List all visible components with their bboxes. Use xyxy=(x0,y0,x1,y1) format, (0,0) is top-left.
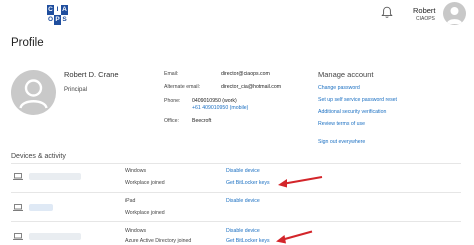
profile-name: Robert D. Crane xyxy=(64,70,119,79)
person-icon xyxy=(446,7,463,24)
get-bitlocker-keys-link[interactable]: Get BitLocker keys xyxy=(226,238,270,244)
user-avatar[interactable] xyxy=(443,2,466,25)
disable-device-link[interactable]: Disable device xyxy=(226,228,260,234)
alternate-email-label: Alternate email: xyxy=(164,84,201,90)
divider xyxy=(11,192,461,193)
profile-role: Principal xyxy=(64,87,88,93)
office-label: Office: xyxy=(164,118,179,124)
annotation-arrow xyxy=(276,230,313,244)
logo-letter: A xyxy=(61,5,68,15)
mobile-phone-link[interactable]: +61 409010950 (mobile) xyxy=(192,105,248,111)
disable-device-link[interactable]: Disable device xyxy=(226,198,260,204)
password-reset-link[interactable]: Set up self service password reset xyxy=(318,97,397,103)
profile-avatar xyxy=(11,70,56,115)
get-bitlocker-keys-link[interactable]: Get BitLocker keys xyxy=(226,180,270,186)
ciaops-logo[interactable]: C I A O P S xyxy=(47,5,76,25)
logo-letter: P xyxy=(54,15,61,25)
alternate-email-value: director_cia@hotmail.com xyxy=(221,84,282,90)
logo-letter: I xyxy=(54,5,61,15)
laptop-icon xyxy=(13,173,23,180)
person-icon xyxy=(19,79,48,109)
bell-icon[interactable] xyxy=(381,6,393,19)
office-value: Beecroft xyxy=(192,118,212,124)
terms-of-use-link[interactable]: Review terms of use xyxy=(318,121,365,127)
annotation-arrow xyxy=(278,176,323,188)
device-name-redacted xyxy=(29,173,81,180)
logo-letter: O xyxy=(47,15,54,25)
user-name[interactable]: Robert xyxy=(413,6,436,15)
device-name-redacted xyxy=(29,233,81,240)
sign-out-everywhere-link[interactable]: Sign out everywhere xyxy=(318,139,365,145)
devices-section-title: Devices & activity xyxy=(11,153,66,160)
disable-device-link[interactable]: Disable device xyxy=(226,168,260,174)
security-verification-link[interactable]: Additional security verification xyxy=(318,109,386,115)
email-value: director@ciaops.com xyxy=(221,71,270,77)
logo-letter: S xyxy=(61,15,68,25)
laptop-icon xyxy=(13,204,23,211)
phone-label: Phone: xyxy=(164,98,181,104)
top-bar: C I A O P S Robert CIAOPS xyxy=(0,0,474,26)
device-join-type: Azure Active Directory joined xyxy=(125,238,192,244)
divider xyxy=(11,221,461,222)
device-os: Windows xyxy=(125,168,147,174)
laptop-icon xyxy=(13,233,23,240)
device-os: Windows xyxy=(125,228,147,234)
device-join-type: Workplace joined xyxy=(125,180,165,186)
device-join-type: Workplace joined xyxy=(125,210,165,216)
device-os: iPad xyxy=(125,198,136,204)
manage-account-title: Manage account xyxy=(318,70,374,79)
device-name-redacted xyxy=(29,204,53,211)
logo-letter: C xyxy=(47,5,54,15)
page-title: Profile xyxy=(11,37,44,49)
work-phone-value: 0409010950 (work) xyxy=(192,98,237,104)
change-password-link[interactable]: Change password xyxy=(318,85,360,91)
user-tenant: CIAOPS xyxy=(416,16,435,22)
divider xyxy=(11,163,461,164)
email-label: Email: xyxy=(164,71,179,77)
